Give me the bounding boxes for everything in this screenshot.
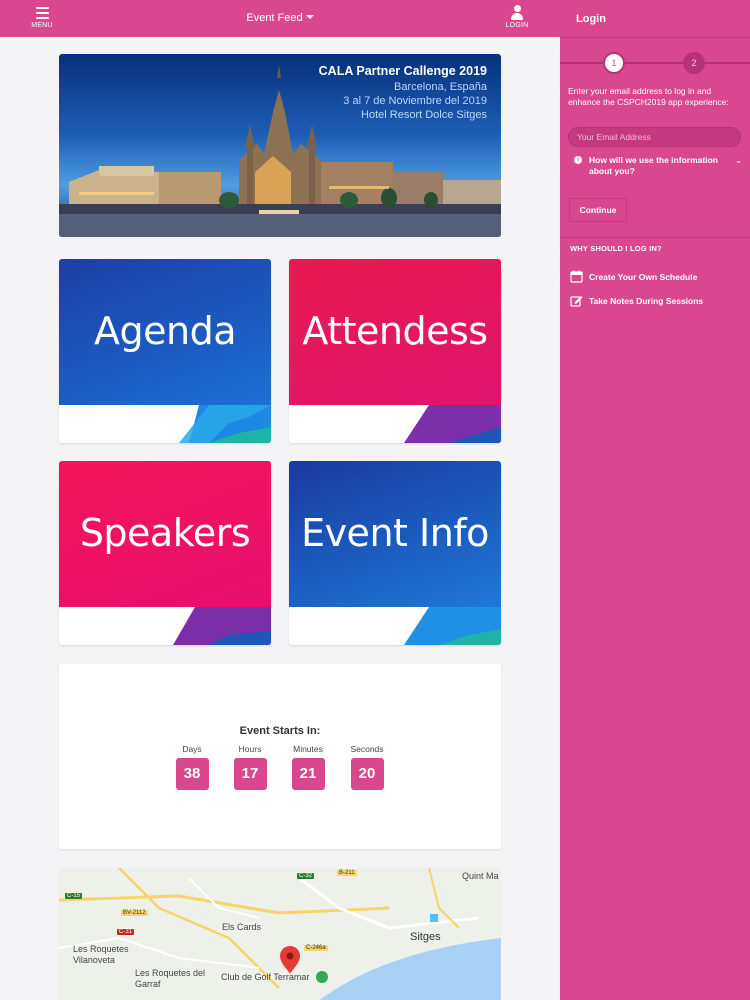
countdown-value: 21 <box>291 758 325 790</box>
attendees-tile[interactable]: Attendess <box>289 259 501 443</box>
tile-stripe-decoration <box>404 607 501 645</box>
chevron-down-icon: ⌄ <box>735 156 742 165</box>
countdown-unit-label: Hours <box>238 744 262 754</box>
login-steps: 1 2 <box>560 52 750 74</box>
countdown-days: Days 38 <box>167 744 217 790</box>
login-intro-text: Enter your email address to log in and e… <box>568 86 729 107</box>
road-tag: C-246a <box>304 945 328 951</box>
how-we-use-info-toggle[interactable]: i How will we use the information about … <box>574 155 742 176</box>
step-2-indicator: 2 <box>683 52 705 74</box>
countdown-unit-label: Minutes <box>293 744 323 754</box>
event-info-tile[interactable]: Event Info <box>289 461 501 645</box>
info-icon: i <box>574 156 582 164</box>
road-tag: BV-2112 <box>121 910 148 916</box>
speakers-tile-label: Speakers <box>79 511 251 555</box>
countdown-unit-label: Seconds <box>350 744 384 754</box>
map-label: Sitges <box>410 931 441 943</box>
tile-stripe-decoration <box>179 405 271 443</box>
user-icon <box>510 5 524 20</box>
map-label: Les Roquetes del Garraf <box>135 968 206 989</box>
map-label: Les Roquetes Vilanoveta <box>73 944 129 965</box>
map-label: Els Cards <box>222 922 262 932</box>
banner-venue: Hotel Resort Dolce Sitges <box>361 109 487 121</box>
caret-down-icon <box>305 15 314 19</box>
road-tag: C-32 <box>297 873 315 879</box>
feature-create-schedule: Create Your Own Schedule <box>570 270 697 283</box>
agenda-tile[interactable]: Agenda <box>59 259 271 443</box>
countdown-seconds: Seconds 20 <box>342 744 392 790</box>
feature-label: Create Your Own Schedule <box>589 272 698 282</box>
agenda-tile-label: Agenda <box>94 309 237 353</box>
banner-dates: 3 al 7 de Noviembre del 2019 <box>343 95 487 107</box>
how-we-use-info-text: How will we use the information about yo… <box>589 155 718 176</box>
countdown-value: 17 <box>233 758 267 790</box>
login-panel: Login 1 2 Enter your email address to lo… <box>560 0 750 1000</box>
top-bar: MENU Event Feed LOGIN <box>0 0 560 37</box>
why-login-heading: WHY SHOULD I LOG IN? <box>570 244 662 253</box>
speakers-tile[interactable]: Speakers <box>59 461 271 645</box>
countdown-card: Event Starts In: Days 38 Hours 17 Minute… <box>59 664 501 849</box>
map-label: Club de Golf Terramar <box>221 972 310 982</box>
edit-note-icon <box>570 296 583 307</box>
feature-take-notes: Take Notes During Sessions <box>570 294 703 307</box>
map-label: Quint Ma <box>462 871 499 881</box>
road-tag: C-15 <box>65 893 83 899</box>
venue-map[interactable]: C-15 BV-2112 C-31 C-32 B-211 C-246a Els … <box>59 868 501 1000</box>
event-feed-title: Event Feed <box>246 12 303 24</box>
countdown-unit-label: Days <box>182 744 202 754</box>
road-tag: C-31 <box>117 929 135 935</box>
divider <box>560 237 750 238</box>
road-tag: B-211 <box>337 870 357 876</box>
event-banner[interactable]: CALA Partner Callenge 2019 Barcelona, Es… <box>59 54 501 237</box>
countdown-value: 38 <box>175 758 209 790</box>
tile-stripe-decoration <box>404 405 501 443</box>
banner-city: Barcelona, España <box>394 81 487 93</box>
calendar-icon <box>570 270 583 283</box>
countdown-hours: Hours 17 <box>225 744 275 790</box>
feature-label: Take Notes During Sessions <box>589 296 704 306</box>
tile-stripe-decoration <box>173 607 271 645</box>
divider <box>560 37 750 38</box>
step-1-indicator: 1 <box>603 52 625 74</box>
countdown-title: Event Starts In: <box>239 725 321 737</box>
event-feed: CALA Partner Callenge 2019 Barcelona, Es… <box>0 37 560 1000</box>
event-info-tile-label: Event Info <box>301 511 489 555</box>
countdown-value: 20 <box>350 758 384 790</box>
login-panel-title: Login <box>576 13 606 25</box>
email-input[interactable] <box>568 127 741 147</box>
login-label: LOGIN <box>505 22 529 29</box>
continue-button[interactable]: Continue <box>569 198 627 222</box>
event-feed-dropdown[interactable]: Event Feed <box>0 12 560 24</box>
countdown-minutes: Minutes 21 <box>283 744 333 790</box>
login-button[interactable]: LOGIN <box>500 5 534 29</box>
attendees-tile-label: Attendess <box>302 309 488 353</box>
banner-title: CALA Partner Callenge 2019 <box>318 64 487 78</box>
